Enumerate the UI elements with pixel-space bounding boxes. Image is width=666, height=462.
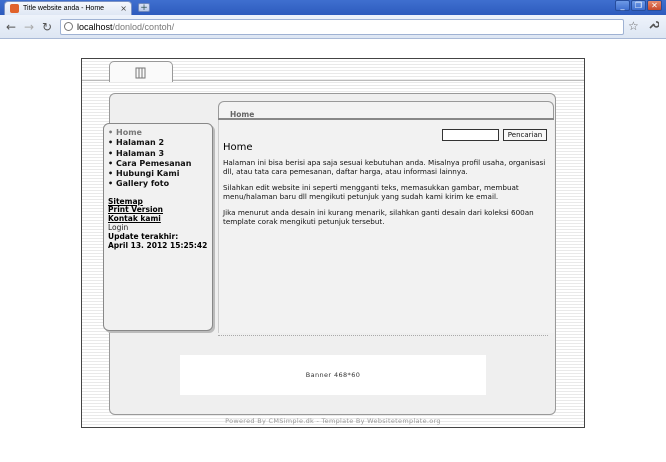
paragraph-2: Silahkan edit website ini seperti mengga… <box>223 183 519 201</box>
page-title: Home <box>223 142 253 153</box>
bookmark-star-icon[interactable]: ☆ <box>628 19 639 33</box>
browser-tab[interactable]: Title website anda - Home × <box>4 1 132 15</box>
menu-item-cara-pemesanan[interactable]: • Cara Pemesanan <box>108 159 191 169</box>
website-frame: • Home • Halaman 2 • Halaman 3 • Cara Pemesa… <box>81 58 585 428</box>
site-footer: Powered By CMSimple.dk - Template By Web… <box>225 417 441 425</box>
menu-item-halaman-2[interactable]: • Halaman 2 <box>108 138 191 148</box>
url-host: localhost <box>77 22 113 32</box>
site-logo[interactable] <box>109 61 173 82</box>
maximize-button[interactable]: ❐ <box>631 0 646 11</box>
reload-icon[interactable]: ↻ <box>42 20 52 34</box>
menu-item-gallery-foto[interactable]: • Gallery foto <box>108 179 191 189</box>
last-update-label: Update terakhir: <box>108 231 179 241</box>
contact-link[interactable]: Kontak kami <box>108 214 207 223</box>
last-update-date: April 13. 2012 15:25:42 <box>108 240 208 250</box>
tab-close-icon[interactable]: × <box>120 2 127 15</box>
content-body: Pencarian Home Halaman ini bisa berisi a… <box>218 120 554 333</box>
forward-icon[interactable]: → <box>24 20 34 34</box>
site-favicon-icon <box>10 4 19 13</box>
browser-toolbar: ← → ↻ localhost/donlod/contoh/ ☆ <box>0 15 666 39</box>
browser-titlebar: Title website anda - Home × + _ ❐ ✕ <box>0 0 666 15</box>
minimize-button[interactable]: _ <box>615 0 630 11</box>
menu-item-home[interactable]: • Home <box>108 128 191 138</box>
url-text: localhost/donlod/contoh/ <box>77 20 174 34</box>
banner-text: Banner 468*60 <box>305 371 361 379</box>
breadcrumb-bar: Home <box>218 101 554 119</box>
menu-item-hubungi-kami[interactable]: • Hubungi Kami <box>108 169 191 179</box>
site-header <box>82 59 584 91</box>
content-divider <box>218 335 548 336</box>
menu-item-halaman-3[interactable]: • Halaman 3 <box>108 149 191 159</box>
logo-icon <box>134 66 148 83</box>
wrench-icon[interactable] <box>648 19 660 34</box>
tab-title: Title website anda - Home <box>23 5 105 12</box>
login-link[interactable]: Login <box>108 223 207 232</box>
paragraph-1: Halaman ini bisa berisi apa saja sesuai … <box>223 158 546 176</box>
new-tab-button[interactable]: + <box>138 3 150 13</box>
main-menu: • Home • Halaman 2 • Halaman 3 • Cara Pemesa… <box>108 128 191 190</box>
address-bar[interactable]: localhost/donlod/contoh/ <box>60 19 624 35</box>
back-icon[interactable]: ← <box>6 20 16 34</box>
main-content: Home Pencarian Home Halaman ini bisa ber… <box>218 101 554 333</box>
banner-placeholder[interactable]: Banner 468*60 <box>180 355 486 395</box>
globe-icon <box>64 22 73 31</box>
sidebar-links: Sitemap Print Version Kontak kami Login … <box>108 197 208 250</box>
close-window-button[interactable]: ✕ <box>647 0 662 11</box>
window-controls: _ ❐ ✕ <box>615 0 662 11</box>
paragraph-3: Jika menurut anda desain ini kurang mena… <box>223 208 534 226</box>
sidebar: • Home • Halaman 2 • Halaman 3 • Cara Pemesa… <box>103 123 213 331</box>
url-path: /donlod/contoh/ <box>112 22 175 32</box>
search-button[interactable]: Pencarian <box>503 129 547 141</box>
search-input[interactable] <box>442 129 499 141</box>
